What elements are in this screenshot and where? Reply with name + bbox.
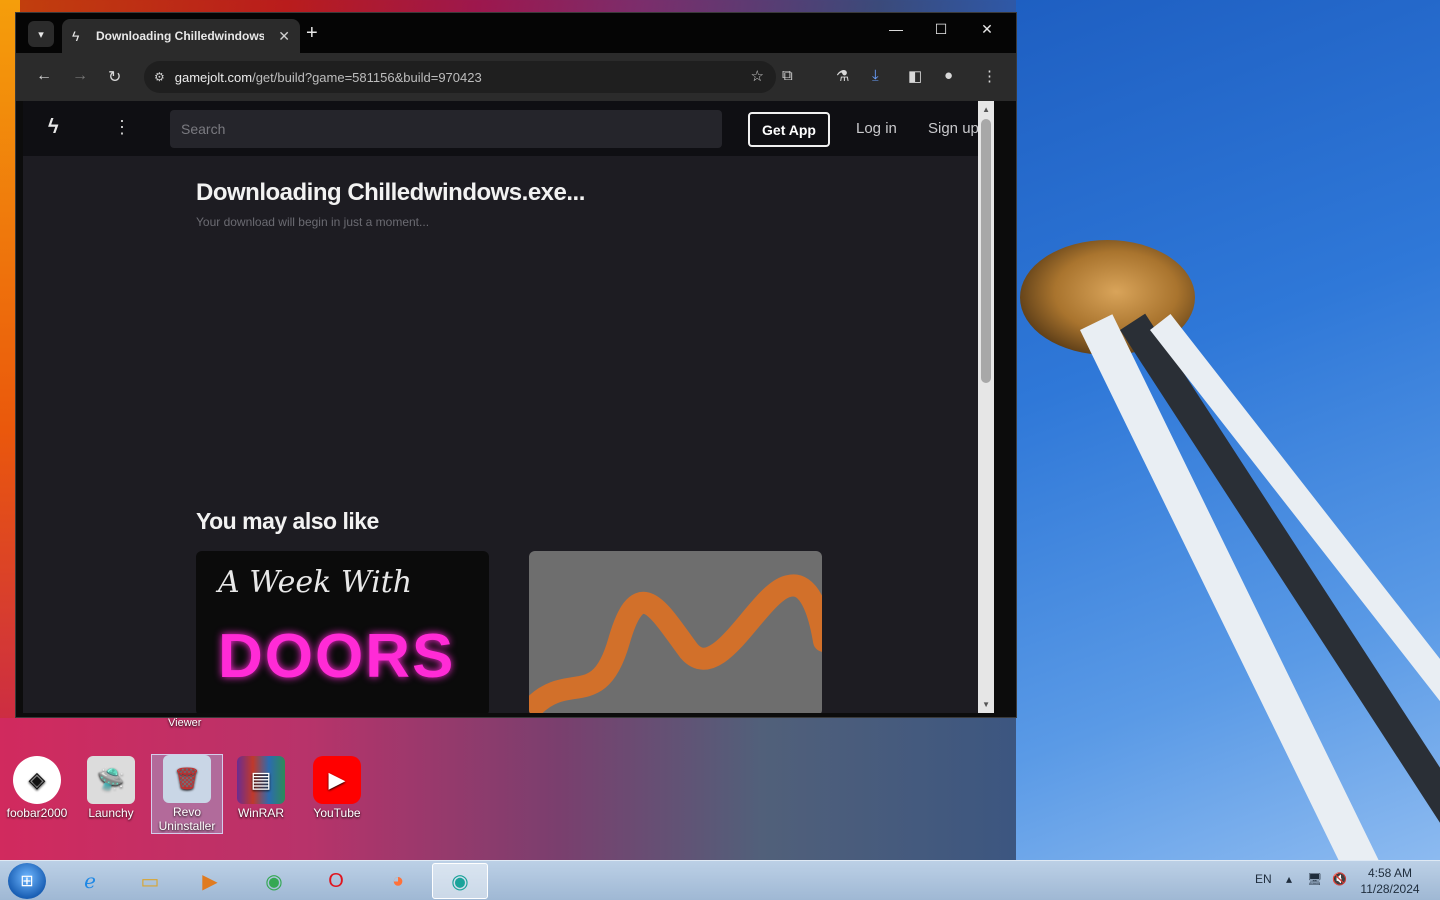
download-icon[interactable]: ⤓ bbox=[872, 67, 879, 84]
foobar2000-icon: ◈ bbox=[13, 756, 61, 804]
reload-icon[interactable]: ↻ bbox=[108, 67, 121, 87]
web-page: ϟ ⋮ Get App Log in Sign up Downloading C… bbox=[23, 101, 994, 713]
launchy-icon: 🛸 bbox=[87, 756, 135, 804]
desktop-icon-winrar[interactable]: ▤ WinRAR bbox=[226, 756, 296, 820]
desktop-icon-revo-uninstaller[interactable]: 🗑 Revo Uninstaller bbox=[151, 754, 223, 834]
address-bar[interactable]: ⚙ gamejolt.com/get/build?game=581156&bui… bbox=[144, 61, 776, 93]
clock-date: 11/28/2024 bbox=[1360, 882, 1420, 896]
scroll-up-icon[interactable]: ▲ bbox=[982, 105, 990, 114]
close-tab-icon[interactable]: ✕ bbox=[278, 28, 290, 45]
minimize-icon[interactable]: — bbox=[881, 21, 911, 37]
media-player-icon[interactable]: ▶ bbox=[182, 863, 238, 899]
new-tab-button[interactable]: + bbox=[306, 22, 318, 45]
tab-active[interactable]: ϟ Downloading Chilledwindows.exe - Game … bbox=[62, 19, 300, 53]
clock-time: 4:58 AM bbox=[1367, 866, 1413, 880]
desktop-icon-foobar2000[interactable]: ◈ foobar2000 bbox=[2, 756, 72, 820]
file-explorer-icon[interactable]: ▭ bbox=[122, 863, 178, 899]
youtube-icon: ▶ bbox=[313, 756, 361, 804]
site-header: ϟ ⋮ Get App Log in Sign up bbox=[23, 101, 994, 156]
desktop-icon-label: YouTube bbox=[313, 806, 361, 820]
desktop-icon-youtube[interactable]: ▶ YouTube bbox=[302, 756, 372, 820]
chrome-icon[interactable]: ◉ bbox=[246, 863, 302, 899]
internet-explorer-icon[interactable]: ℯ bbox=[62, 863, 118, 899]
chevron-down-icon: ▾ bbox=[38, 28, 44, 41]
taskbar: ⊞ ℯ ▭ ▶ ◉ O ◕ ◉ EN ▴ 🖥 🔇 4:58 AM 11/28/2… bbox=[0, 860, 1440, 900]
browser-window: ▾ ϟ Downloading Chilledwindows.exe - Gam… bbox=[15, 12, 1017, 718]
search-input[interactable] bbox=[170, 110, 722, 148]
start-button[interactable]: ⊞ bbox=[8, 863, 46, 899]
log-in-link[interactable]: Log in bbox=[856, 120, 897, 137]
profile-avatar-icon[interactable]: ● bbox=[944, 67, 953, 84]
sign-up-link[interactable]: Sign up bbox=[928, 120, 979, 137]
game-card-orange-squiggle[interactable] bbox=[529, 551, 822, 713]
bookmark-star-icon[interactable]: ☆ bbox=[751, 67, 764, 85]
card1-script-text: A Week With bbox=[218, 565, 413, 600]
close-window-icon[interactable]: ✕ bbox=[972, 21, 1002, 38]
scroll-down-icon[interactable]: ▼ bbox=[982, 700, 990, 709]
download-subtitle: Your download will begin in just a momen… bbox=[196, 215, 430, 229]
revo-uninstaller-icon: 🗑 bbox=[163, 755, 211, 803]
system-clock[interactable]: 4:58 AM 11/28/2024 bbox=[1356, 865, 1424, 897]
extensions-icon[interactable]: ⧉ bbox=[782, 67, 793, 84]
maximize-icon[interactable]: ☐ bbox=[926, 21, 956, 38]
recommendations-heading: You may also like bbox=[196, 508, 379, 534]
firefox-icon[interactable]: ◕ bbox=[370, 863, 426, 899]
card1-title-text: DOORS bbox=[218, 622, 456, 691]
tab-title: Downloading Chilledwindows.exe - Game Jo… bbox=[96, 29, 264, 43]
url-text: gamejolt.com/get/build?game=581156&build… bbox=[174, 69, 482, 85]
show-hidden-icons-icon[interactable]: ▴ bbox=[1286, 872, 1292, 886]
gamejolt-logo-icon[interactable]: ϟ bbox=[48, 116, 59, 139]
menu-kebab-icon[interactable]: ⋮ bbox=[982, 67, 997, 85]
desktop-icon-label: foobar2000 bbox=[6, 806, 68, 820]
site-info-icon[interactable]: ⚙ bbox=[154, 70, 165, 84]
desktop-icon-label-partial: Viewer bbox=[168, 717, 202, 729]
language-indicator[interactable]: EN bbox=[1255, 872, 1272, 886]
desktop-icon-label: Revo Uninstaller bbox=[158, 805, 216, 833]
browser-toolbar: ← → ↻ ⚙ gamejolt.com/get/build?game=5811… bbox=[16, 53, 1016, 101]
labs-flask-icon[interactable]: ⚗ bbox=[836, 67, 849, 85]
desktop-icon-label: Launchy bbox=[88, 806, 134, 820]
windows-logo-icon: ⊞ bbox=[20, 873, 34, 890]
get-app-button[interactable]: Get App bbox=[748, 112, 830, 147]
desktop-icon-label: WinRAR bbox=[237, 806, 284, 820]
network-icon[interactable]: 🖥 bbox=[1307, 872, 1322, 886]
tab-strip: ▾ ϟ Downloading Chilledwindows.exe - Gam… bbox=[16, 13, 1016, 53]
back-icon[interactable]: ← bbox=[36, 67, 52, 85]
opera-icon[interactable]: O bbox=[308, 863, 364, 899]
download-title: Downloading Chilledwindows.exe... bbox=[196, 179, 585, 206]
desktop-icon-launchy[interactable]: 🛸 Launchy bbox=[76, 756, 146, 820]
forward-icon[interactable]: → bbox=[72, 67, 88, 85]
game-card-doors[interactable]: A Week With DOORS bbox=[196, 551, 489, 713]
card2-squiggle-art bbox=[529, 574, 822, 713]
volume-muted-icon[interactable]: 🔇 bbox=[1332, 872, 1347, 886]
page-scrollbar[interactable]: ▲ ▼ bbox=[978, 101, 994, 713]
winrar-icon: ▤ bbox=[237, 756, 285, 804]
tab-search-button[interactable]: ▾ bbox=[28, 21, 54, 47]
more-menu-icon[interactable]: ⋮ bbox=[113, 117, 131, 138]
scrollbar-thumb[interactable] bbox=[981, 119, 991, 383]
chrome-window-button[interactable]: ◉ bbox=[432, 863, 488, 899]
gamejolt-favicon-icon: ϟ bbox=[72, 28, 80, 44]
side-panel-icon[interactable]: ◧ bbox=[908, 67, 922, 85]
